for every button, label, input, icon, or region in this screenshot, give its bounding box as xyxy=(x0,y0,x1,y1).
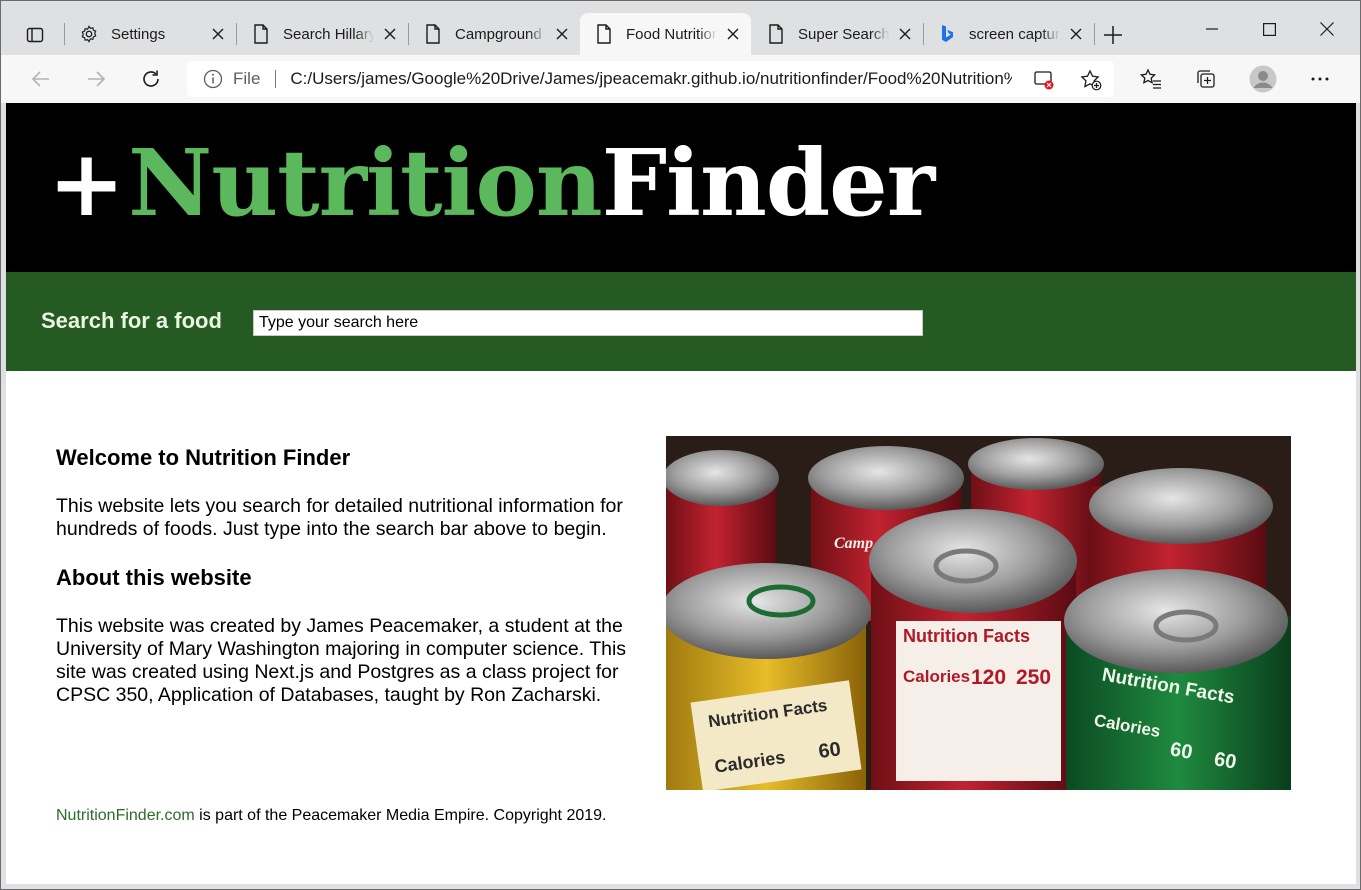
collections-button[interactable] xyxy=(1190,64,1222,94)
info-icon[interactable] xyxy=(203,69,223,89)
arrow-right-icon xyxy=(88,71,106,87)
canned-food-photo: Nutrition Facts Calories 60 Camp Nutriti… xyxy=(666,436,1291,790)
tab-divider xyxy=(1094,23,1095,45)
close-tab-icon[interactable] xyxy=(723,24,743,44)
tab-super-search[interactable]: Super Search xyxy=(752,13,924,55)
refresh-button[interactable] xyxy=(135,64,167,94)
photo-cal-value-right-2: 60 xyxy=(1212,748,1238,774)
bing-icon xyxy=(937,24,957,44)
refresh-icon xyxy=(143,70,159,87)
close-window-button[interactable] xyxy=(1304,11,1350,47)
search-label: Search for a food xyxy=(41,308,222,333)
address-divider xyxy=(275,70,277,88)
page-icon xyxy=(251,24,271,44)
photo-cal-value-mid-1: 120 xyxy=(971,666,1006,689)
back-button[interactable] xyxy=(25,64,57,94)
gear-icon xyxy=(79,24,99,44)
tab-strip: Settings Search Hillary Campground Food … xyxy=(1,1,1360,55)
tab-campground[interactable]: Campground xyxy=(409,13,580,55)
photo-cal-value-right-1: 60 xyxy=(1168,738,1194,764)
browser-toolbar: File C:/Users/james/Google%20Drive/James… xyxy=(1,55,1360,103)
page-icon xyxy=(594,24,614,44)
forward-button[interactable] xyxy=(80,64,112,94)
tab-title: Super Search xyxy=(798,25,889,43)
maximize-button[interactable] xyxy=(1246,11,1292,47)
tab-actions-icon xyxy=(26,27,44,43)
photo-label-mid: Nutrition Facts xyxy=(903,626,1030,646)
close-tab-icon[interactable] xyxy=(895,24,915,44)
close-tab-icon[interactable] xyxy=(552,24,572,44)
browser-window: Settings Search Hillary Campground Food … xyxy=(0,0,1361,890)
favorites-button[interactable] xyxy=(1135,64,1167,94)
maximize-icon xyxy=(1262,22,1276,36)
site-logo[interactable]: + Nutrition Finder xyxy=(48,129,935,237)
photo-calories-mid: Calories xyxy=(903,667,970,686)
tab-settings[interactable]: Settings xyxy=(65,13,237,55)
photo-cal-value-left: 60 xyxy=(817,738,842,763)
tab-title: Campground xyxy=(455,25,542,43)
page-icon xyxy=(766,24,786,44)
scheme-label: File xyxy=(233,69,261,88)
tab-screen-capture[interactable]: screen capture xyxy=(923,13,1095,55)
profile-button[interactable] xyxy=(1247,64,1279,94)
main-content: Welcome to Nutrition Finder This website… xyxy=(6,371,1356,884)
url-text[interactable]: C:/Users/james/Google%20Drive/James/jpea… xyxy=(290,69,1012,89)
tab-actions-button[interactable] xyxy=(15,15,55,55)
close-tab-icon[interactable] xyxy=(208,24,228,44)
add-favorite-icon[interactable] xyxy=(1080,69,1102,91)
footer-link[interactable]: NutritionFinder.com xyxy=(56,807,195,824)
about-heading: About this website xyxy=(56,565,252,590)
site-footer: NutritionFinder.com is part of the Peace… xyxy=(56,807,606,825)
plus-icon xyxy=(1104,26,1122,44)
tab-title: Food Nutrition xyxy=(626,25,717,43)
logo-word-finder: Finder xyxy=(601,129,935,237)
logo-word-nutrition: Nutrition xyxy=(128,129,603,237)
tab-title: Search Hillary xyxy=(283,25,374,43)
tab-title: Settings xyxy=(111,25,166,43)
collections-icon xyxy=(1197,70,1215,88)
welcome-heading: Welcome to Nutrition Finder xyxy=(56,445,351,470)
site-header: + Nutrition Finder xyxy=(6,103,1356,272)
minimize-button[interactable] xyxy=(1189,11,1235,47)
close-tab-icon[interactable] xyxy=(1066,24,1086,44)
page-icon xyxy=(423,24,443,44)
close-icon xyxy=(1320,22,1334,36)
settings-more-button[interactable] xyxy=(1304,64,1336,94)
search-bar: Search for a food xyxy=(6,272,1356,371)
tab-food-nutrition[interactable]: Food Nutrition xyxy=(580,13,751,55)
footer-text: is part of the Peacemaker Media Empire. … xyxy=(194,807,607,824)
photo-cal-value-mid-2: 250 xyxy=(1016,666,1051,689)
minimize-icon xyxy=(1206,28,1218,30)
more-icon xyxy=(1311,77,1329,81)
address-bar[interactable]: File C:/Users/james/Google%20Drive/James… xyxy=(187,61,1114,97)
welcome-paragraph: This website lets you search for detaile… xyxy=(56,495,623,540)
avatar-icon xyxy=(1249,65,1277,93)
tab-search-hillary[interactable]: Search Hillary xyxy=(237,13,409,55)
logo-plus: + xyxy=(48,129,125,237)
new-tab-button[interactable] xyxy=(1098,21,1128,49)
photo-brand: Camp xyxy=(834,535,873,552)
food-search-input[interactable] xyxy=(253,310,923,336)
page-viewport: + Nutrition Finder Search for a food Wel… xyxy=(6,103,1356,884)
favorites-icon xyxy=(1140,68,1161,89)
about-paragraph: This website was created by James Peacem… xyxy=(56,615,627,706)
close-tab-icon[interactable] xyxy=(380,24,400,44)
tab-title: screen capture xyxy=(969,25,1060,43)
tracking-prevention-icon[interactable] xyxy=(1033,69,1055,91)
arrow-left-icon xyxy=(31,71,49,87)
